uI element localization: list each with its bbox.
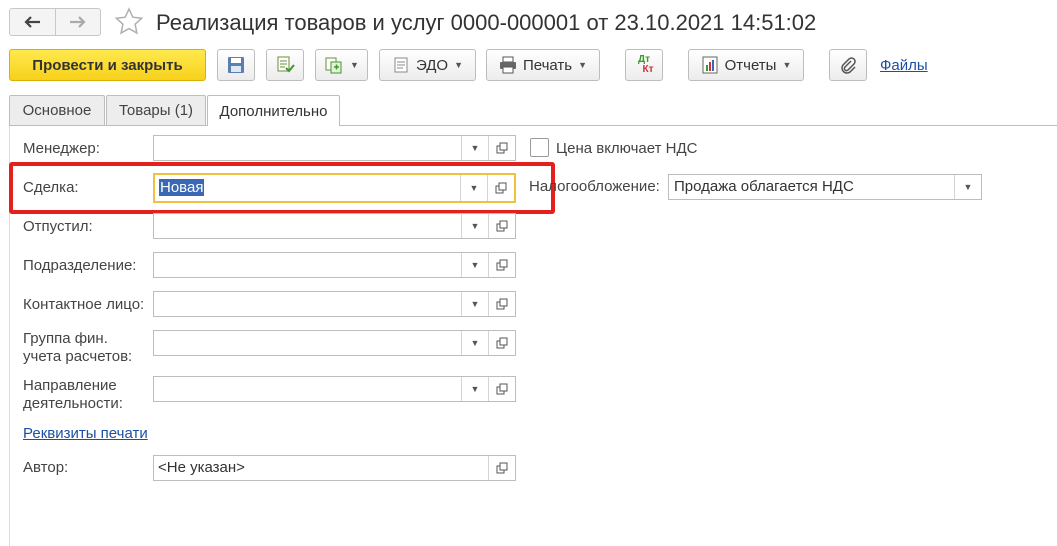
tab-additional[interactable]: Дополнительно [207,95,340,126]
department-dropdown-button[interactable]: ▼ [461,253,488,277]
navigation-buttons [9,8,101,36]
fin-group-open-button[interactable] [488,331,515,355]
printer-icon [499,56,516,74]
chevron-down-icon: ▼ [454,60,464,70]
favorite-star-button[interactable] [113,6,145,38]
activity-direction-label-line2: деятельности: [23,395,123,412]
chevron-down-icon: ▼ [470,221,480,231]
edo-icon [394,57,408,73]
create-based-on-icon [325,57,342,74]
open-form-icon [496,337,508,349]
chevron-down-icon: ▼ [470,384,480,394]
attach-files-button[interactable] [829,49,867,81]
fin-group-dropdown-button[interactable]: ▼ [461,331,488,355]
post-document-icon [277,56,295,73]
author-label: Автор: [23,459,69,476]
star-icon [114,7,144,35]
manager-open-button[interactable] [488,136,515,160]
paperclip-icon [841,57,856,74]
department-open-button[interactable] [488,253,515,277]
fin-group-label-line2: учета расчетов: [23,348,133,365]
open-form-icon [496,259,508,271]
manager-dropdown-button[interactable]: ▼ [461,136,488,160]
released-by-open-button[interactable] [488,214,515,238]
author-open-button[interactable] [488,456,515,480]
open-form-icon [496,142,508,154]
activity-direction-dropdown-button[interactable]: ▼ [461,377,488,401]
contact-person-label: Контактное лицо: [23,296,145,313]
department-label: Подразделение: [23,257,137,274]
reports-chart-icon [702,56,718,74]
dt-kt-button[interactable]: Дт Кт [625,49,663,81]
released-by-field[interactable]: ▼ [153,213,516,239]
arrow-right-icon [69,16,86,28]
chevron-down-icon: ▼ [782,60,792,70]
activity-direction-label-line1: Направление [23,377,117,394]
open-form-icon [496,462,508,474]
chevron-down-icon: ▼ [350,60,359,70]
open-form-icon [496,298,508,310]
taxation-select[interactable]: Продажа облагается НДС ▼ [668,174,982,200]
chevron-down-icon: ▼ [578,60,588,70]
author-field[interactable]: <Не указан> [153,455,516,481]
activity-direction-open-button[interactable] [488,377,515,401]
open-form-icon [496,383,508,395]
activity-direction-label: Направление деятельности: [23,377,123,413]
edo-button[interactable]: ЭДО ▼ [379,49,476,81]
open-form-icon [496,220,508,232]
author-value: <Не указан> [158,459,245,476]
print-button[interactable]: Печать ▼ [486,49,600,81]
taxation-dropdown-button[interactable]: ▼ [954,175,981,199]
post-and-close-button[interactable]: Провести и закрыть [9,49,206,81]
deal-highlight-frame [9,162,555,214]
kt-label: Кт [642,64,654,75]
page-title: Реализация товаров и услуг 0000-000001 о… [156,10,817,35]
post-button[interactable] [266,49,304,81]
forward-button[interactable] [54,9,101,35]
tab-main[interactable]: Основное [9,95,105,125]
taxation-label: Налогообложение: [529,178,660,195]
chevron-down-icon: ▼ [470,260,480,270]
fin-group-label: Группа фин. учета расчетов: [23,330,132,366]
taxation-value: Продажа облагается НДС [674,178,854,195]
released-by-label: Отпустил: [23,218,93,235]
files-link[interactable]: Файлы [880,57,928,74]
edo-label: ЭДО [415,56,449,74]
reports-button[interactable]: Отчеты ▼ [688,49,804,81]
reports-label: Отчеты [724,56,777,74]
floppy-disk-icon [228,57,244,73]
arrow-left-icon [24,16,41,28]
price-includes-vat-checkbox[interactable] [530,138,549,157]
chevron-down-icon: ▼ [470,299,480,309]
create-based-on-button[interactable]: ▼ [315,49,368,81]
print-label: Печать [522,56,573,74]
contact-person-field[interactable]: ▼ [153,291,516,317]
released-by-dropdown-button[interactable]: ▼ [461,214,488,238]
manager-field[interactable]: ▼ [153,135,516,161]
chevron-down-icon: ▼ [470,338,480,348]
manager-label: Менеджер: [23,140,100,157]
tabs-divider [9,125,1057,126]
fin-group-label-line1: Группа фин. [23,330,108,347]
back-button[interactable] [10,9,55,35]
contact-person-dropdown-button[interactable]: ▼ [461,292,488,316]
print-requisites-link[interactable]: Реквизиты печати [23,425,148,442]
chevron-down-icon: ▼ [963,182,973,192]
save-button[interactable] [217,49,255,81]
department-field[interactable]: ▼ [153,252,516,278]
fin-group-field[interactable]: ▼ [153,330,516,356]
chevron-down-icon: ▼ [470,143,480,153]
contact-person-open-button[interactable] [488,292,515,316]
activity-direction-field[interactable]: ▼ [153,376,516,402]
tab-goods[interactable]: Товары (1) [106,95,206,125]
price-includes-vat-label: Цена включает НДС [556,140,698,157]
